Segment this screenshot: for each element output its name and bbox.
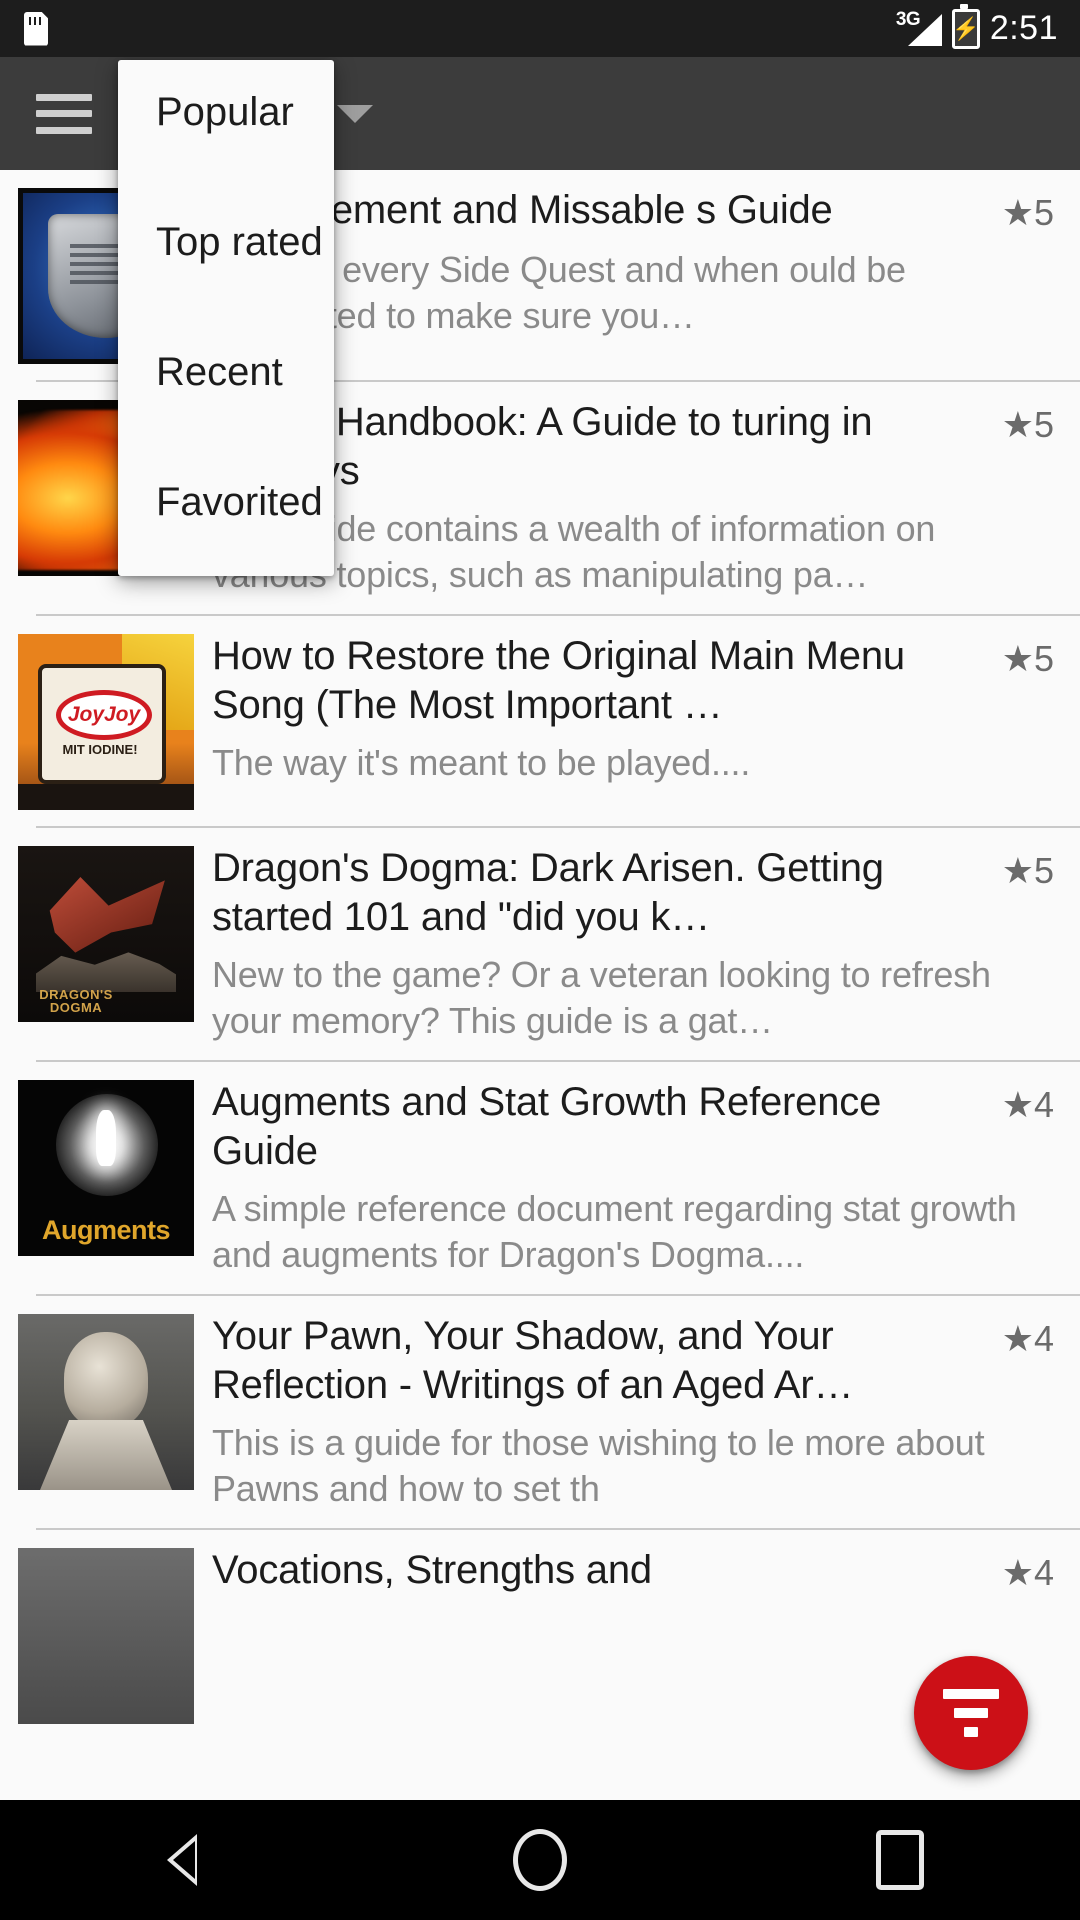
status-bar: 3G ⚡ 2:51 [0, 0, 1080, 57]
menu-item-popular[interactable]: Popular [118, 86, 334, 138]
nav-home-icon[interactable] [480, 1800, 600, 1920]
status-badge: ★5 [1001, 192, 1054, 233]
joyjoy-box-thumbnail: JoyJoy MIT IODINE! [18, 634, 194, 810]
statue-thumbnail [18, 1314, 194, 1490]
augments-label: Augments [41, 1215, 171, 1245]
menu-item-label: Top rated [156, 219, 323, 264]
thumbnail-container [0, 1310, 212, 1512]
nav-back-icon[interactable] [120, 1800, 240, 1920]
status-badge: ★4 [1001, 1552, 1054, 1593]
menu-item-label: Popular [156, 89, 294, 134]
android-nav-bar [0, 1800, 1080, 1920]
dd-logo-line2: DOGMA [49, 1000, 103, 1015]
app-screen: 3G ⚡ 2:51 Achievement and Missable s Gui… [0, 0, 1080, 1920]
guide-title: How to Restore the Original Main Menu So… [212, 634, 905, 727]
guide-description: The way it's meant to be played.... [212, 742, 751, 783]
menu-item-top-rated[interactable]: Top rated [118, 216, 334, 268]
list-item-content: Augments and Stat Growth Reference Guide… [212, 1076, 1080, 1278]
rating-value: 5 [1033, 192, 1054, 233]
network-type-label: 3G [895, 8, 921, 30]
status-badge: ★5 [1001, 404, 1054, 445]
guide-title: Augments and Stat Growth Reference Guide [212, 1080, 882, 1173]
guide-description: This is a guide for those wishing to le … [212, 1422, 985, 1509]
status-badge: ★4 [1001, 1084, 1054, 1125]
list-item[interactable]: Your Pawn, Your Shadow, and Your Reflect… [0, 1296, 1080, 1512]
thumbnail-container [0, 1544, 212, 1724]
rating-value: 5 [1033, 850, 1054, 891]
menu-item-favorited[interactable]: Favorited [118, 476, 334, 528]
rating-value: 4 [1033, 1552, 1054, 1593]
list-item-content: Dragon's Dogma: Dark Arisen. Getting sta… [212, 842, 1080, 1044]
guide-title: Vocations, Strengths and [212, 1548, 652, 1592]
rating-value: 5 [1033, 638, 1054, 679]
dragons-dogma-logo: DRAGON'S DOGMA [30, 988, 122, 1014]
nav-recents-icon[interactable] [840, 1800, 960, 1920]
rating-value: 4 [1033, 1084, 1054, 1125]
sort-dropdown-menu[interactable]: Popular Top rated Recent Favorited [118, 60, 334, 576]
guide-description: e listing every Side Quest and when ould… [212, 249, 906, 336]
rating-value: 5 [1033, 404, 1054, 445]
status-badge: ★5 [1001, 850, 1054, 891]
list-item[interactable]: DRAGON'S DOGMA Dragon's Dogma: Dark Aris… [0, 828, 1080, 1044]
status-bar-left [0, 11, 48, 46]
joyjoy-sub-label: MIT IODINE! [62, 742, 138, 757]
signal-bars-icon: 3G [895, 8, 942, 46]
chevron-down-icon[interactable] [337, 104, 373, 123]
guide-description: New to the game? Or a veteran looking to… [212, 954, 991, 1041]
augments-thumbnail: Augments [18, 1080, 194, 1256]
guide-title: Your Pawn, Your Shadow, and Your Reflect… [212, 1314, 854, 1407]
joyjoy-brand-label: JoyJoy [67, 703, 141, 726]
thumbnail-container: Augments [0, 1076, 212, 1278]
thumbnail-container: JoyJoy MIT IODINE! [0, 630, 212, 810]
list-item-content: Your Pawn, Your Shadow, and Your Reflect… [212, 1310, 1080, 1512]
menu-item-recent[interactable]: Recent [118, 346, 334, 398]
list-item[interactable]: Augments Augments and Stat Growth Refere… [0, 1062, 1080, 1278]
status-badge: ★5 [1001, 638, 1054, 679]
sd-card-icon [24, 11, 48, 46]
hamburger-menu-icon[interactable] [36, 93, 92, 134]
list-item[interactable]: JoyJoy MIT IODINE! How to Restore the Or… [0, 616, 1080, 810]
menu-item-label: Favorited [156, 479, 323, 524]
guide-description: A simple reference document regarding st… [212, 1188, 1017, 1275]
list-item-content: Achievement and Missable s Guide ★5 e li… [212, 184, 1080, 364]
filter-fab-button[interactable] [914, 1656, 1028, 1770]
battery-charging-icon: ⚡ [951, 3, 980, 49]
filter-icon [943, 1689, 999, 1737]
list-item-content: risen's Handbook: A Guide to turing in G… [212, 396, 1080, 598]
status-bar-right: 3G ⚡ 2:51 [895, 3, 1080, 49]
guide-description: This guide contains a wealth of informat… [212, 508, 936, 595]
list-item-content: How to Restore the Original Main Menu So… [212, 630, 1080, 810]
red-dragon-thumbnail: DRAGON'S DOGMA [18, 846, 194, 1022]
menu-item-label: Recent [156, 349, 283, 394]
status-bar-clock: 2:51 [989, 9, 1058, 47]
rating-value: 4 [1033, 1318, 1054, 1359]
status-badge: ★4 [1001, 1318, 1054, 1359]
thumbnail-container: DRAGON'S DOGMA [0, 842, 212, 1044]
guide-title: Dragon's Dogma: Dark Arisen. Getting sta… [212, 846, 884, 939]
gray-thumbnail [18, 1548, 194, 1724]
